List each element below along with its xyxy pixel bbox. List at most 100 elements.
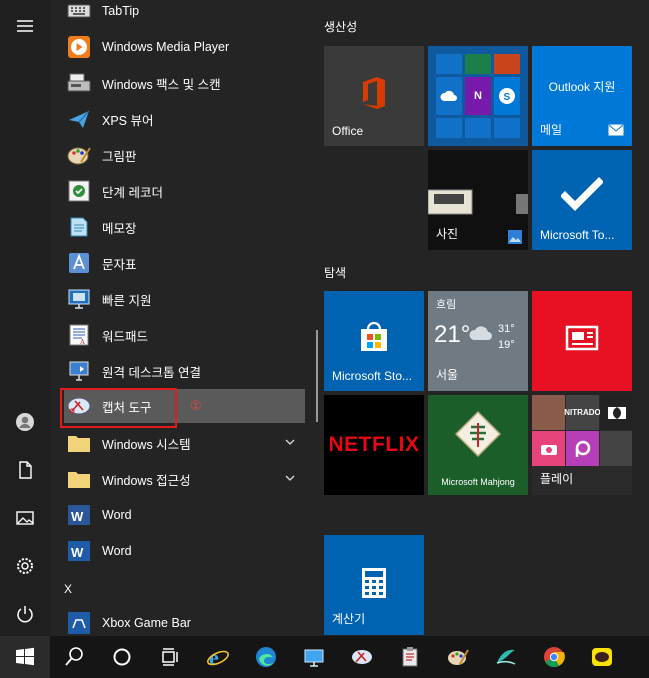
word-icon: W bbox=[68, 541, 90, 561]
app-item-label: Word bbox=[102, 508, 132, 522]
app-item-fax-scan[interactable]: Windows 팩스 및 스캔 bbox=[64, 65, 302, 101]
app-item-character-map[interactable]: 문자표 bbox=[64, 245, 302, 281]
app-item-word-1[interactable]: W Word bbox=[64, 497, 302, 533]
section-letter-x: X bbox=[64, 582, 73, 596]
app-item-quick-assist[interactable]: 빠른 지원 bbox=[64, 281, 302, 317]
taskbar-task-view-button[interactable] bbox=[146, 636, 194, 678]
taskbar: e bbox=[0, 636, 649, 678]
app-item-notepad[interactable]: 메모장 bbox=[64, 209, 302, 245]
tile-office[interactable]: Office bbox=[324, 46, 424, 146]
tile-office-apps-folder[interactable]: N S bbox=[428, 46, 528, 146]
tile-netflix[interactable]: NETFLIX bbox=[324, 395, 424, 495]
app-item-label: TabTip bbox=[102, 4, 140, 18]
folder-windows-accessibility[interactable]: Windows 접근성 bbox=[64, 461, 302, 497]
calculator-icon bbox=[362, 568, 386, 598]
app-item-word-2[interactable]: W Word bbox=[64, 533, 302, 569]
taskbar-computer[interactable] bbox=[290, 636, 338, 678]
tile-label: Microsoft Mahjong bbox=[441, 477, 515, 487]
teal-wave-icon bbox=[496, 649, 516, 665]
svg-text:A: A bbox=[80, 338, 85, 346]
nitrado-label: NITRADO bbox=[564, 395, 601, 430]
picture-icon bbox=[16, 511, 34, 525]
app-item-label: 빠른 지원 bbox=[102, 293, 152, 308]
tile-microsoft-mahjong[interactable]: Microsoft Mahjong bbox=[428, 395, 528, 495]
app-item-label: 워드패드 bbox=[102, 329, 149, 344]
steps-recorder-icon bbox=[68, 180, 90, 202]
taskbar-snipping-tool[interactable] bbox=[338, 636, 386, 678]
hamburger-icon bbox=[17, 20, 33, 32]
app-item-remote-desktop[interactable]: 원격 데스크톱 연결 bbox=[64, 353, 302, 389]
skype-icon: S bbox=[499, 88, 515, 104]
weather-city: 서울 bbox=[436, 368, 459, 382]
taskbar-cortana-button[interactable] bbox=[98, 636, 146, 678]
taskbar-edge[interactable] bbox=[242, 636, 290, 678]
start-button[interactable] bbox=[0, 636, 50, 678]
tile-label: Outlook 지원 bbox=[548, 80, 616, 94]
taskbar-kakaotalk[interactable] bbox=[578, 636, 626, 678]
app-item-label: 그림판 bbox=[102, 149, 137, 164]
tile-label: 사진 bbox=[436, 227, 459, 241]
taskbar-chrome[interactable] bbox=[530, 636, 578, 678]
hamburger-menu-button[interactable] bbox=[0, 4, 50, 48]
taskbar-search-button[interactable] bbox=[50, 636, 98, 678]
app-item-tabtip[interactable]: TabTip bbox=[64, 0, 302, 29]
app-item-xps-viewer[interactable]: XPS 뷰어 bbox=[64, 101, 302, 137]
tile-play-folder[interactable]: NITRADO 플레이 bbox=[532, 395, 632, 495]
pictures-button[interactable] bbox=[0, 496, 50, 540]
power-button[interactable] bbox=[0, 592, 50, 636]
folder-windows-system[interactable]: Windows 시스템 bbox=[64, 425, 302, 461]
tile-label: 메일 bbox=[540, 123, 563, 137]
taskbar-internet-explorer[interactable]: e bbox=[194, 636, 242, 678]
dolby-icon bbox=[607, 406, 626, 419]
tile-news[interactable] bbox=[532, 291, 632, 391]
checkmark-icon bbox=[561, 177, 603, 211]
settings-button[interactable] bbox=[0, 544, 50, 588]
start-rail bbox=[0, 0, 50, 636]
app-list: TabTip Windows Media Player Windows 팩스 및… bbox=[50, 0, 310, 636]
svg-text:S: S bbox=[504, 92, 511, 103]
app-item-label: 단계 레코더 bbox=[102, 185, 163, 200]
gear-icon bbox=[17, 558, 33, 574]
tile-weather[interactable]: 흐림 21° 31° 19° 서울 bbox=[428, 291, 528, 391]
mahjong-tile-icon bbox=[454, 410, 502, 458]
play-apps-grid: NITRADO bbox=[532, 395, 632, 467]
taskbar-app-teal[interactable] bbox=[482, 636, 530, 678]
tile-microsoft-store[interactable]: Microsoft Sto... bbox=[324, 291, 424, 391]
tile-outlook-mail[interactable]: Outlook 지원 메일 bbox=[532, 46, 632, 146]
tile-calculator[interactable]: 계산기 bbox=[324, 535, 424, 635]
chrome-icon bbox=[544, 647, 565, 668]
office-icon bbox=[363, 77, 385, 109]
edge-icon bbox=[256, 647, 276, 667]
word-icon: W bbox=[68, 505, 90, 525]
notepad-icon bbox=[70, 217, 88, 237]
app-item-windows-media-player[interactable]: Windows Media Player bbox=[64, 29, 302, 65]
cloud-icon bbox=[469, 326, 492, 340]
tile-photos[interactable]: 사진 bbox=[428, 150, 528, 250]
app-item-label: 원격 데스크톱 연결 bbox=[102, 365, 201, 380]
app-item-wordpad[interactable]: A 워드패드 bbox=[64, 317, 302, 353]
weather-high: 31° bbox=[498, 323, 515, 335]
documents-button[interactable] bbox=[0, 448, 50, 492]
folder-icon bbox=[68, 472, 90, 488]
app-item-label: Windows Media Player bbox=[102, 40, 230, 54]
tile-microsoft-todo[interactable]: Microsoft To... bbox=[532, 150, 632, 250]
taskbar-paint[interactable] bbox=[434, 636, 482, 678]
power-icon bbox=[17, 606, 33, 623]
task-view-icon bbox=[162, 648, 178, 666]
step-marker: ① bbox=[190, 398, 202, 413]
taskbar-notes[interactable] bbox=[386, 636, 434, 678]
account-button[interactable] bbox=[0, 400, 50, 444]
folder-icon bbox=[68, 436, 90, 452]
internet-explorer-icon: e bbox=[207, 645, 229, 669]
media-player-icon bbox=[68, 36, 90, 58]
paint-icon bbox=[67, 147, 91, 165]
app-item-steps-recorder[interactable]: 단계 레코더 bbox=[64, 173, 302, 209]
group-title-explore: 탐색 bbox=[324, 266, 347, 280]
app-item-label: Word bbox=[102, 544, 132, 558]
app-item-label: Xbox Game Bar bbox=[102, 616, 191, 630]
start-menu: TabTip Windows Media Player Windows 팩스 및… bbox=[0, 0, 649, 678]
weather-temperature: 21° bbox=[434, 321, 471, 348]
paint-icon bbox=[448, 649, 469, 665]
app-item-label: 문자표 bbox=[102, 257, 137, 272]
app-item-paint[interactable]: 그림판 bbox=[64, 137, 302, 173]
